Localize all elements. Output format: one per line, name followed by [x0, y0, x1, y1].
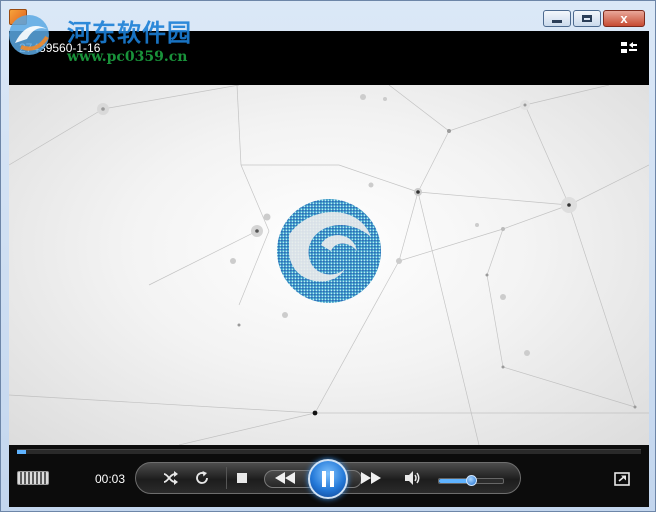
maximize-icon [582, 15, 592, 22]
watermark-title: 河东软件园 [67, 18, 192, 47]
previous-icon[interactable] [274, 472, 296, 484]
play-pause-icon [322, 471, 334, 487]
watermark-logo [9, 15, 49, 55]
maximize-button[interactable] [573, 10, 601, 27]
volume-icon[interactable] [404, 470, 422, 486]
stop-icon[interactable] [236, 472, 248, 484]
window-controls: x [541, 10, 645, 27]
switch-to-library-icon[interactable] [619, 40, 639, 56]
play-pause-button[interactable] [308, 459, 348, 499]
repeat-icon[interactable] [194, 470, 210, 486]
next-icon[interactable] [360, 472, 382, 484]
seek-bar[interactable] [17, 449, 641, 454]
fullscreen-toggle-icon[interactable] [17, 471, 49, 485]
close-icon: x [620, 11, 628, 26]
volume-slider[interactable] [438, 475, 504, 486]
playback-control-pill [135, 459, 521, 499]
watermark: 河东软件园 www.pc0359.cn [7, 3, 227, 65]
player-window: x 27439560-1-16 00:03 河东软件园 www.pc0359.c… [0, 0, 656, 512]
watermark-swirl-logo [277, 199, 381, 303]
switch-to-now-playing-icon[interactable] [614, 472, 630, 486]
shuffle-icon[interactable] [162, 470, 180, 486]
transport-controls: 00:03 [9, 445, 649, 507]
divider [226, 467, 227, 489]
watermark-url: www.pc0359.cn [67, 49, 188, 65]
minimize-button[interactable] [543, 10, 571, 27]
elapsed-time: 00:03 [95, 472, 126, 486]
volume-thumb[interactable] [466, 475, 477, 486]
minimize-icon [552, 19, 562, 23]
video-frame [9, 85, 649, 445]
video-area[interactable] [9, 85, 649, 445]
close-button[interactable]: x [603, 10, 645, 27]
seek-bar-progress [17, 450, 26, 454]
